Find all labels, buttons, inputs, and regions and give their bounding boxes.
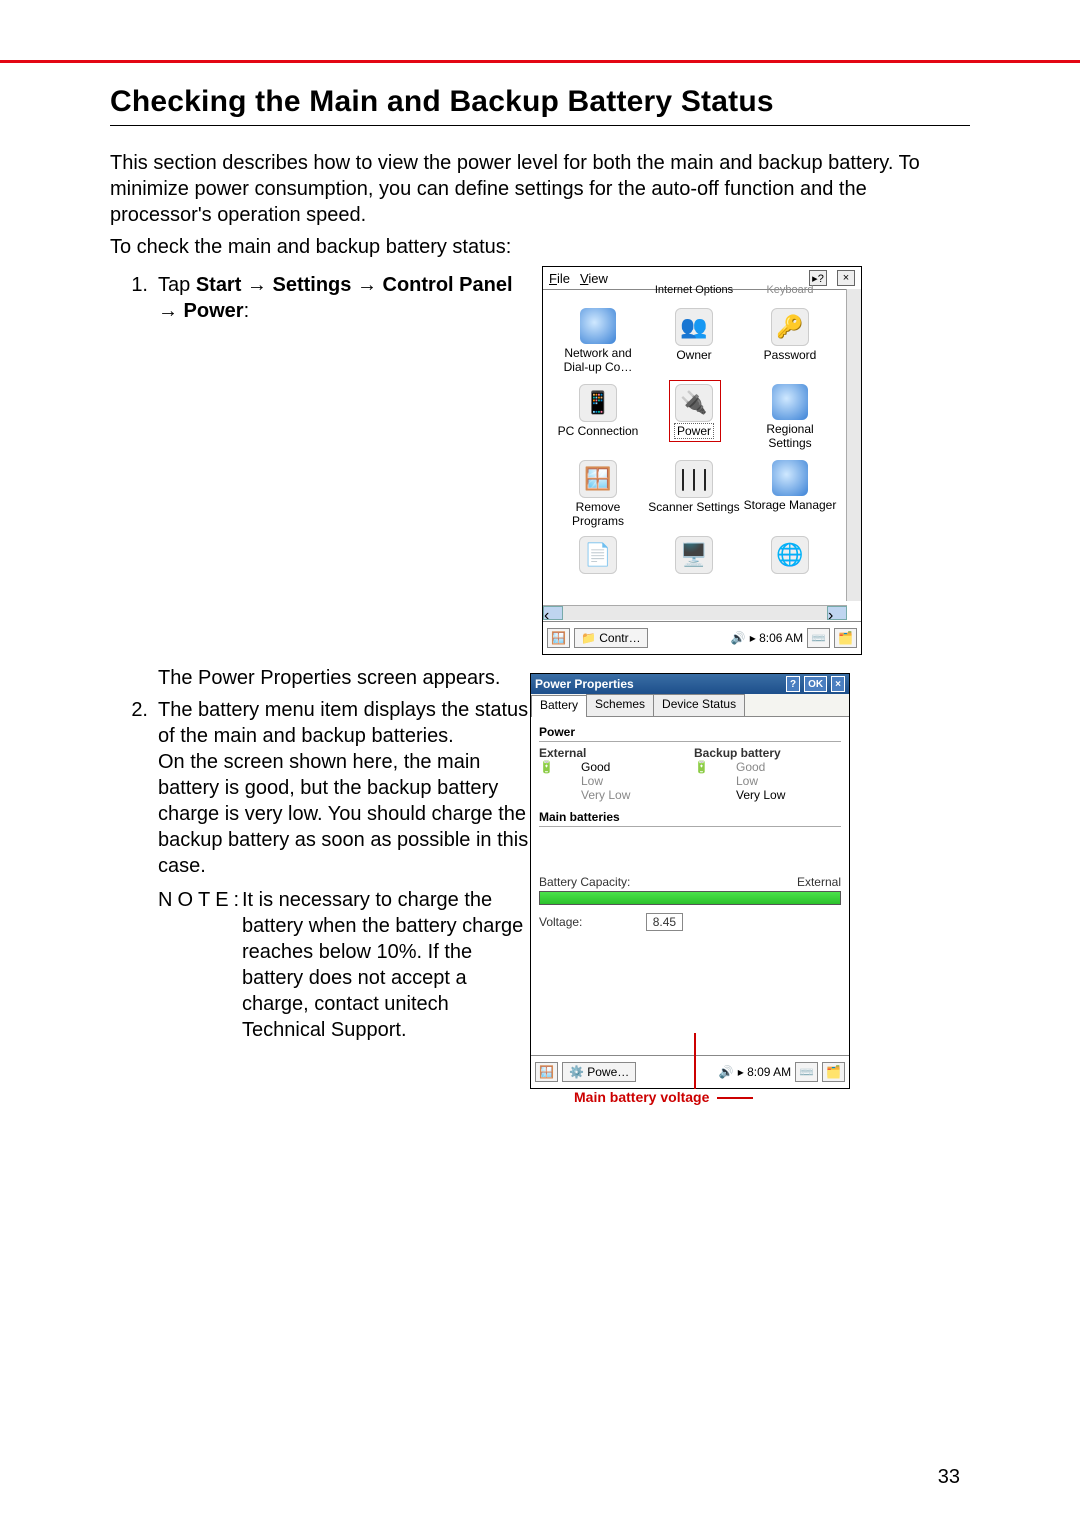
extra2-icon: 🖥️ bbox=[675, 536, 713, 574]
screenshot-control-panel: File View ▸? × Internet Options Keyboard… bbox=[542, 266, 862, 655]
backup-good: Good bbox=[736, 760, 785, 774]
step1-path: Start → Settings → Control Panel → Power bbox=[158, 274, 513, 322]
group-main-label: Main batteries bbox=[539, 810, 841, 824]
extra1-icon: 📄 bbox=[579, 536, 617, 574]
intro-lead: To check the main and backup battery sta… bbox=[110, 234, 970, 260]
callout-line bbox=[694, 1033, 696, 1089]
voltage-value: 8.45 bbox=[646, 913, 683, 931]
capacity-label: Battery Capacity: bbox=[539, 875, 630, 889]
tray-icon[interactable]: 🔊 bbox=[719, 1065, 734, 1079]
note-text: It is necessary to charge the battery wh… bbox=[242, 887, 530, 1043]
desktop-button[interactable]: 🗂️ bbox=[834, 628, 857, 648]
backup-verylow: Very Low bbox=[736, 788, 785, 802]
capacity-value: External bbox=[797, 875, 841, 889]
power-highlight bbox=[669, 380, 721, 442]
taskbar: 🪟 ⚙️ Powe… 🔊 ▸ 8:09 AM ⌨️ 🗂️ bbox=[531, 1055, 849, 1088]
step-1: 1. Tap Start → Settings → Control Panel … bbox=[110, 272, 530, 324]
capacity-bar bbox=[539, 891, 841, 905]
regional-icon bbox=[772, 384, 808, 420]
external-low: Low bbox=[581, 774, 630, 788]
start-button[interactable]: 🪟 bbox=[535, 1062, 558, 1082]
titlebar-help-button[interactable]: ? bbox=[786, 676, 800, 692]
tray-icon[interactable]: 🔊 bbox=[731, 631, 746, 645]
step1-prefix: Tap bbox=[158, 274, 196, 296]
desktop-button[interactable]: 🗂️ bbox=[822, 1062, 845, 1082]
step2-b: On the screen shown here, the main batte… bbox=[158, 751, 528, 877]
backup-low: Low bbox=[736, 774, 785, 788]
cp-item-remove-programs[interactable]: 🪟Remove Programs bbox=[551, 460, 645, 528]
page-number: 33 bbox=[938, 1466, 960, 1489]
step-number-1: 1. bbox=[110, 272, 158, 324]
title-rule bbox=[110, 125, 970, 126]
cp-item-owner[interactable]: 👥Owner bbox=[647, 308, 741, 362]
tab-device-status[interactable]: Device Status bbox=[653, 694, 745, 716]
screenshot-power-properties: Power Properties ? OK × Battery Schemes … bbox=[530, 673, 850, 1089]
window-title: Power Properties bbox=[535, 677, 634, 691]
cp-item-extra-1[interactable]: 📄 bbox=[551, 536, 645, 576]
cp-item-extra-3[interactable]: 🌐 bbox=[743, 536, 837, 576]
owner-icon: 👥 bbox=[675, 308, 713, 346]
cp-item-password[interactable]: 🔑Password bbox=[743, 308, 837, 362]
cp-item-scanner[interactable]: ∣∣∣Scanner Settings bbox=[647, 460, 741, 514]
horizontal-scrollbar[interactable]: ‹› bbox=[543, 605, 847, 620]
taskbar-app[interactable]: ⚙️ Powe… bbox=[562, 1062, 636, 1082]
external-good: Good bbox=[581, 760, 630, 774]
step-number-2: 2. bbox=[110, 697, 158, 879]
tab-schemes[interactable]: Schemes bbox=[586, 694, 654, 716]
note: NOTE: It is necessary to charge the batt… bbox=[110, 887, 530, 1043]
cp-item-keyboard[interactable]: Keyboard bbox=[743, 284, 837, 296]
vertical-scrollbar[interactable] bbox=[846, 289, 861, 601]
taskbar-app[interactable]: 📁 Contr… bbox=[574, 628, 648, 648]
cp-item-regional[interactable]: Regional Settings bbox=[743, 384, 837, 450]
external-heading: External bbox=[539, 746, 686, 760]
step1-suffix: : bbox=[244, 300, 250, 322]
step2-a: The battery menu item displays the statu… bbox=[158, 699, 528, 747]
group-main-rule bbox=[539, 826, 841, 827]
cp-item-internet-options[interactable]: Internet Options bbox=[647, 284, 741, 296]
close-icon[interactable]: × bbox=[837, 270, 855, 286]
external-verylow: Very Low bbox=[581, 788, 630, 802]
group-power-label: Power bbox=[539, 725, 841, 739]
backup-heading: Backup battery bbox=[694, 746, 841, 760]
group-power-rule bbox=[539, 741, 841, 742]
cp-item-extra-2[interactable]: 🖥️ bbox=[647, 536, 741, 576]
titlebar-ok-button[interactable]: OK bbox=[804, 676, 827, 692]
storage-icon bbox=[772, 460, 808, 496]
cp-item-storage[interactable]: Storage Manager bbox=[743, 460, 837, 512]
password-icon: 🔑 bbox=[771, 308, 809, 346]
tab-bar: Battery Schemes Device Status bbox=[531, 694, 849, 717]
note-label: NOTE: bbox=[158, 887, 242, 1043]
titlebar-close-button[interactable]: × bbox=[831, 676, 845, 692]
hscroll-right-button[interactable]: › bbox=[827, 606, 847, 620]
title-bar: Power Properties ? OK × bbox=[531, 674, 849, 694]
tray-time: ▸ 8:06 AM bbox=[750, 631, 803, 645]
tray-time: ▸ 8:09 AM bbox=[738, 1065, 791, 1079]
menu-view[interactable]: View bbox=[580, 271, 608, 286]
voltage-label: Voltage: bbox=[539, 915, 582, 929]
step-2: 2. The battery menu item displays the st… bbox=[110, 697, 530, 879]
menu-file[interactable]: File bbox=[549, 271, 570, 286]
scanner-icon: ∣∣∣ bbox=[675, 460, 713, 498]
header-red-rule bbox=[0, 60, 1080, 63]
callout-connector bbox=[717, 1097, 753, 1099]
hscroll-left-button[interactable]: ‹ bbox=[543, 606, 563, 620]
start-button[interactable]: 🪟 bbox=[547, 628, 570, 648]
pc-connection-icon: 📱 bbox=[579, 384, 617, 422]
taskbar: 🪟 📁 Contr… 🔊 ▸ 8:06 AM ⌨️ 🗂️ bbox=[543, 621, 861, 654]
page-title: Checking the Main and Backup Battery Sta… bbox=[110, 85, 970, 119]
network-icon bbox=[580, 308, 616, 344]
sip-button[interactable]: ⌨️ bbox=[807, 628, 830, 648]
callout-voltage: Main battery voltage bbox=[574, 1089, 753, 1106]
tab-battery[interactable]: Battery bbox=[531, 695, 587, 717]
cp-item-pc-connection[interactable]: 📱PC Connection bbox=[551, 384, 645, 438]
sip-button[interactable]: ⌨️ bbox=[795, 1062, 818, 1082]
cp-item-network[interactable]: Network and Dial-up Co… bbox=[551, 308, 645, 374]
external-battery-icon: 🔋 bbox=[539, 760, 573, 802]
backup-battery-icon: 🔋 bbox=[694, 760, 728, 802]
remove-programs-icon: 🪟 bbox=[579, 460, 617, 498]
step1-result: The Power Properties screen appears. bbox=[110, 665, 530, 691]
extra3-icon: 🌐 bbox=[771, 536, 809, 574]
cp-item-power[interactable]: 🔌 Power bbox=[647, 384, 741, 438]
intro-paragraph: This section describes how to view the p… bbox=[110, 150, 970, 228]
